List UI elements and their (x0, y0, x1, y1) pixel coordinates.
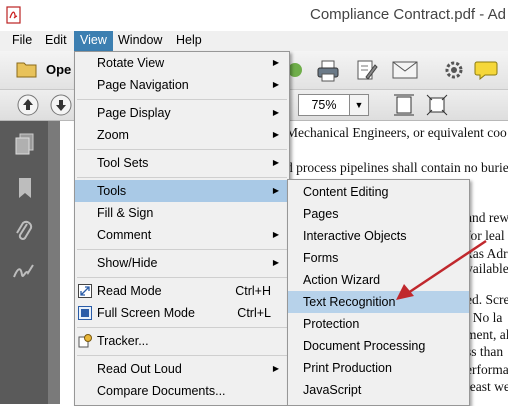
annotation-arrow-icon (396, 239, 487, 300)
previous-page-icon[interactable] (17, 94, 39, 116)
comment-bubble-icon[interactable] (474, 60, 498, 80)
zoom-dropdown-chevron-icon[interactable]: ▼ (349, 94, 369, 116)
menu-item-read-out-loud[interactable]: Read Out Loud ▶ (75, 358, 289, 380)
submenu-arrow-icon: ▶ (272, 130, 279, 139)
menu-separator (77, 327, 287, 328)
menu-separator (77, 355, 287, 356)
menu-separator (77, 249, 287, 250)
submenu-arrow-icon: ▶ (272, 258, 279, 267)
menu-item-page-navigation[interactable]: Page Navigation ▶ (75, 74, 289, 96)
menu-window[interactable]: Window (112, 31, 168, 51)
menu-item-comment[interactable]: Comment ▶ (75, 224, 289, 246)
menu-view[interactable]: View (74, 31, 113, 51)
submenu-arrow-icon: ▶ (272, 186, 279, 195)
document-text-line: least we (466, 379, 508, 394)
menu-item-tool-sets[interactable]: Tool Sets ▶ (75, 152, 289, 174)
menu-item-fill-and-sign[interactable]: Fill & Sign (75, 202, 289, 224)
submenu-arrow-icon: ▶ (272, 230, 279, 239)
title-bar: Compliance Contract.pdf - Ad (0, 0, 508, 31)
view-menu: Rotate View ▶ Page Navigation ▶ Page Displ… (74, 51, 290, 406)
print-icon[interactable] (316, 60, 340, 82)
submenu-arrow-icon: ▶ (272, 364, 279, 373)
full-screen-expand-icon[interactable] (426, 94, 448, 116)
left-navigation-pane (0, 121, 48, 404)
fit-page-icon[interactable] (394, 94, 414, 116)
tools-item-document-processing[interactable]: Document Processing (288, 335, 469, 357)
window-title: Compliance Contract.pdf - Ad (310, 6, 506, 23)
zoom-value-field[interactable]: 75% (298, 94, 350, 116)
menu-separator (77, 99, 287, 100)
edit-document-icon[interactable] (356, 59, 378, 81)
tools-item-javascript[interactable]: JavaScript (288, 379, 469, 401)
next-page-icon[interactable] (50, 94, 72, 116)
menu-bar: File Edit View Window Help (0, 31, 508, 51)
menu-file[interactable]: File (6, 31, 38, 51)
submenu-arrow-icon: ▶ (272, 58, 279, 67)
menu-edit[interactable]: Edit (39, 31, 73, 51)
tools-item-pages[interactable]: Pages (288, 203, 469, 225)
tools-item-content-editing[interactable]: Content Editing (288, 181, 469, 203)
menu-separator (77, 149, 287, 150)
menu-item-zoom[interactable]: Zoom ▶ (75, 124, 289, 146)
menu-item-tracker[interactable]: Tracker... (75, 330, 289, 352)
pdf-app-icon (6, 6, 21, 24)
menu-separator (77, 277, 287, 278)
menu-separator (77, 177, 287, 178)
document-text-line: and rew (466, 210, 508, 225)
document-text-line: d process pipelines shall contain no bur… (286, 160, 508, 175)
tools-item-print-production[interactable]: Print Production (288, 357, 469, 379)
document-text-line: erforma (466, 362, 508, 377)
bookmarks-icon[interactable] (17, 177, 33, 199)
open-button-label[interactable]: Ope (46, 62, 71, 77)
menu-item-tools[interactable]: Tools ▶ (75, 180, 289, 202)
menu-item-full-screen-mode[interactable]: Full Screen Mode Ctrl+L (75, 302, 289, 324)
page-thumbnails-icon[interactable] (15, 133, 35, 155)
document-text-line: Mechanical Engineers, or equivalent coo (286, 125, 507, 140)
tools-item-protection[interactable]: Protection (288, 313, 469, 335)
document-text-line: ment, al (466, 327, 508, 342)
menu-item-compare-documents[interactable]: Compare Documents... (75, 380, 289, 402)
full-screen-icon (78, 306, 92, 320)
menu-item-rotate-view[interactable]: Rotate View ▶ (75, 52, 289, 74)
tracker-icon (78, 334, 92, 348)
read-mode-icon (78, 284, 92, 298)
menu-item-page-display[interactable]: Page Display ▶ (75, 102, 289, 124)
email-icon[interactable] (392, 61, 418, 79)
submenu-arrow-icon: ▶ (272, 80, 279, 89)
submenu-arrow-icon: ▶ (272, 108, 279, 117)
menu-item-read-mode[interactable]: Read Mode Ctrl+H (75, 280, 289, 302)
attachments-paperclip-icon[interactable] (15, 219, 33, 243)
document-text-line: ss than (466, 344, 504, 359)
signatures-icon[interactable] (13, 263, 35, 281)
document-text-line: . No la (466, 310, 503, 325)
open-folder-icon[interactable] (16, 60, 38, 78)
menu-help[interactable]: Help (170, 31, 208, 51)
menu-item-show-hide[interactable]: Show/Hide ▶ (75, 252, 289, 274)
submenu-arrow-icon: ▶ (272, 158, 279, 167)
settings-gear-icon[interactable] (444, 60, 464, 80)
